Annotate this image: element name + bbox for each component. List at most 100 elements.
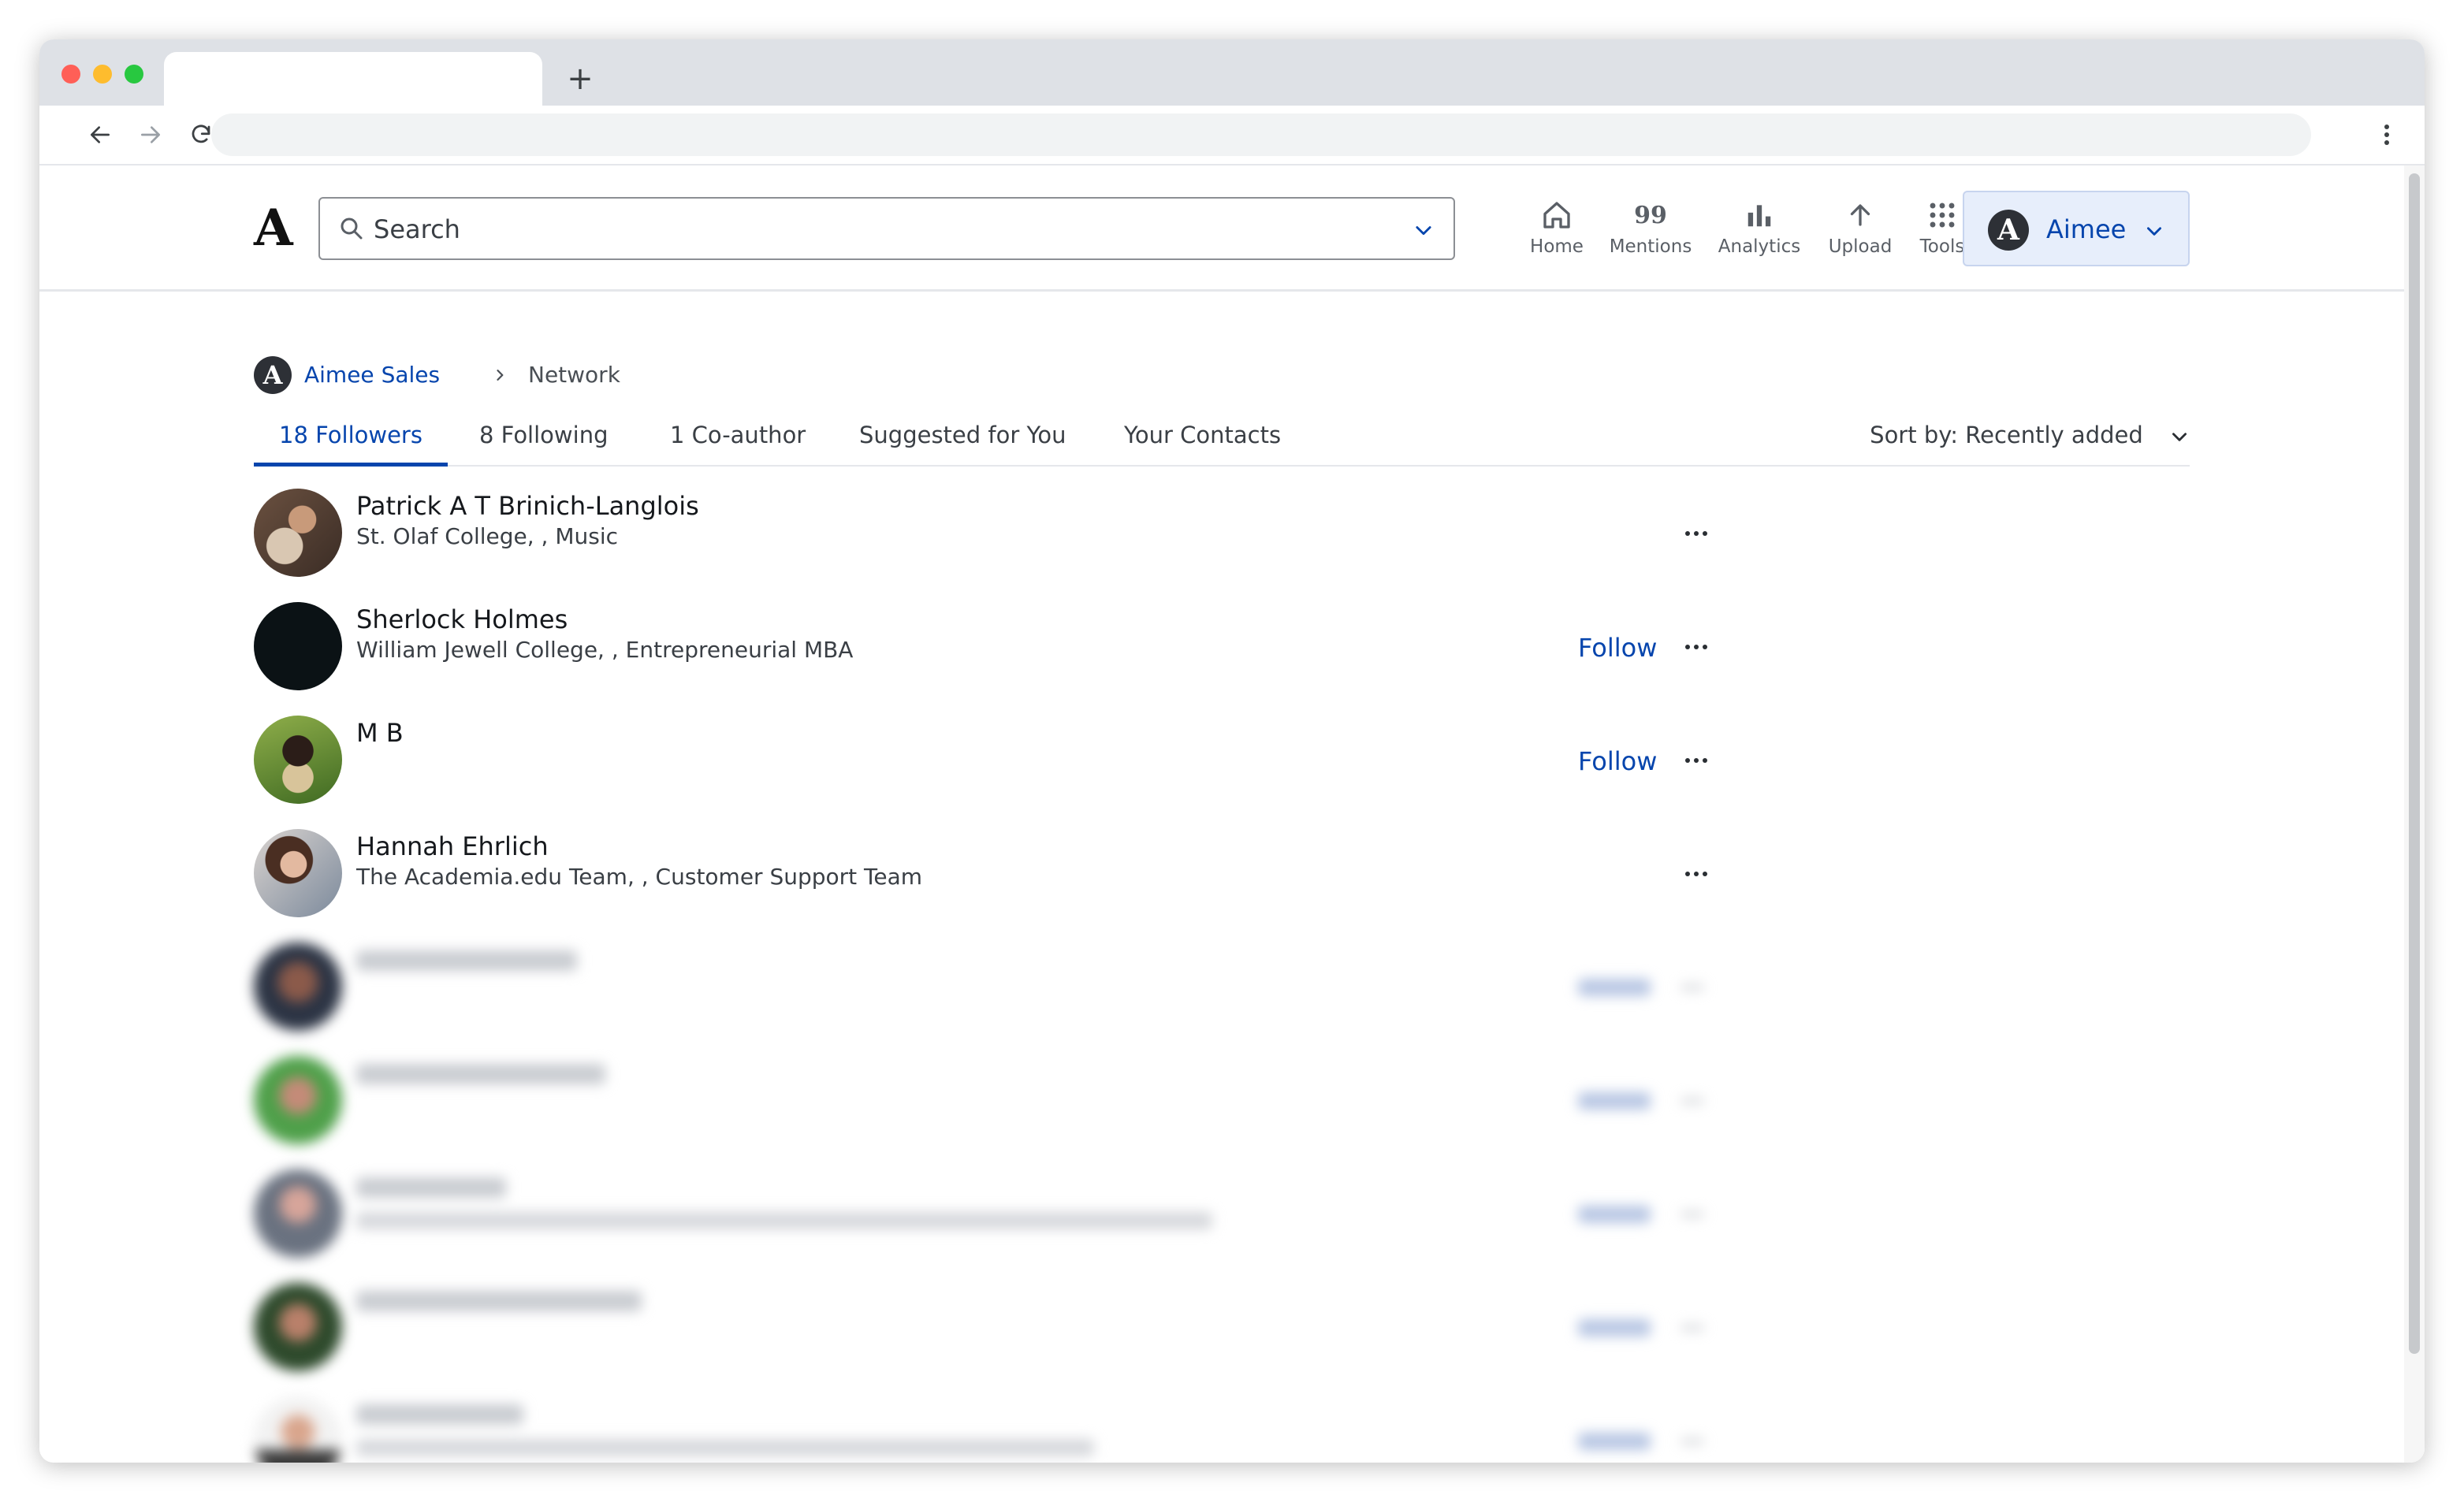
follower-affiliation: William Jewell College, , Entrepreneuria… [356, 637, 854, 663]
page-viewport: A Search Home 99 Mentions Analytics Uplo… [39, 165, 2425, 1463]
blurred-list-item [254, 942, 1751, 1056]
more-horizontal-icon [1685, 872, 1707, 876]
back-button[interactable] [80, 115, 120, 154]
tab-following[interactable]: 8 Following [454, 415, 633, 467]
nav-upload[interactable]: Upload [1822, 195, 1898, 266]
avatar[interactable] [254, 489, 342, 577]
redacted-follow [1578, 979, 1651, 996]
chevron-down-icon [2147, 227, 2161, 236]
reload-icon [192, 125, 210, 143]
more-options-button[interactable] [1681, 749, 1712, 772]
nav-home-label: Home [1530, 236, 1584, 257]
browser-window: + A Search Home 99 Mentions Analytics Up… [39, 39, 2425, 1463]
tab-contacts[interactable]: Your Contacts [1099, 415, 1306, 467]
blurred-list-item [254, 1169, 1751, 1283]
redacted-name [356, 1064, 605, 1084]
redacted-follow [1578, 1206, 1651, 1223]
blurred-list-item [254, 1283, 1751, 1396]
avatar [254, 942, 342, 1031]
list-item: M B Follow [254, 716, 1751, 829]
sort-label: Sort by: Recently added [1870, 422, 2143, 448]
redacted-affiliation [356, 1439, 1094, 1456]
grid-icon [1930, 203, 1955, 228]
list-item: Sherlock Holmes William Jewell College, … [254, 602, 1751, 716]
nav-analytics[interactable]: Analytics [1712, 195, 1807, 266]
search-placeholder: Search [374, 214, 460, 244]
arrow-left-icon [91, 126, 110, 143]
list-item: Hannah Ehrlich The Academia.edu Team, , … [254, 829, 1751, 942]
scrollbar-track[interactable] [2404, 165, 2425, 1463]
nav-analytics-label: Analytics [1718, 236, 1801, 257]
follower-name[interactable]: Sherlock Holmes [356, 602, 568, 637]
bar-chart-icon [1748, 205, 1771, 227]
more-horizontal-icon [1685, 645, 1707, 649]
redacted-more [1681, 1325, 1704, 1330]
followers-list: Patrick A T Brinich-Langlois St. Olaf Co… [254, 489, 1751, 1463]
follower-name[interactable]: Patrick A T Brinich-Langlois [356, 489, 699, 523]
avatar[interactable] [254, 716, 342, 804]
follow-button[interactable]: Follow [1578, 744, 1657, 779]
avatar[interactable] [254, 829, 342, 917]
breadcrumb-profile-link[interactable]: Aimee Sales [304, 359, 440, 391]
account-avatar: A [1988, 210, 2029, 251]
network-tabs: 18 Followers 8 Following 1 Co-author Sug… [254, 415, 2190, 467]
more-options-button[interactable] [1681, 635, 1712, 659]
minimize-window-button[interactable] [93, 65, 112, 84]
search-input[interactable]: Search [318, 197, 1455, 260]
scrollbar-thumb[interactable] [2409, 173, 2420, 1354]
nav-mentions[interactable]: 99 Mentions [1605, 195, 1696, 266]
close-window-button[interactable] [61, 65, 80, 84]
url-field[interactable] [211, 113, 2311, 156]
forward-button[interactable] [131, 115, 170, 154]
account-menu-button[interactable]: A Aimee [1963, 191, 2190, 266]
quote-icon: 99 [1634, 201, 1667, 229]
tab-strip: + [39, 39, 2425, 106]
kebab-menu-icon [2384, 125, 2389, 145]
avatar [254, 1169, 342, 1258]
sort-dropdown[interactable]: Sort by: Recently added [1870, 415, 2190, 455]
address-bar-row [39, 106, 2425, 164]
redacted-more [1681, 985, 1704, 990]
follower-affiliation: The Academia.edu Team, , Customer Suppor… [356, 864, 923, 890]
avatar [254, 1283, 342, 1371]
redacted-more [1681, 1212, 1704, 1217]
redacted-follow [1578, 1092, 1651, 1110]
browser-menu-button[interactable] [2371, 115, 2403, 154]
avatar[interactable] [254, 602, 342, 690]
avatar [254, 1056, 342, 1144]
redacted-name [356, 950, 577, 971]
nav-upload-label: Upload [1828, 236, 1893, 257]
new-tab-button[interactable]: + [560, 58, 601, 99]
chevron-down-icon[interactable] [1413, 219, 1435, 241]
list-item: Patrick A T Brinich-Langlois St. Olaf Co… [254, 489, 1751, 602]
more-options-button[interactable] [1681, 522, 1712, 545]
follower-name[interactable]: M B [356, 716, 404, 750]
more-options-button[interactable] [1681, 862, 1712, 886]
nav-home[interactable]: Home [1521, 195, 1592, 266]
tab-suggested[interactable]: Suggested for You [834, 415, 1091, 467]
maximize-window-button[interactable] [125, 65, 143, 84]
redacted-follow [1578, 1319, 1651, 1337]
search-icon [341, 217, 363, 240]
redacted-affiliation [356, 1212, 1212, 1229]
follower-affiliation: St. Olaf College, , Music [356, 523, 619, 549]
site-logo[interactable]: A [254, 197, 293, 260]
avatar [254, 1396, 342, 1463]
browser-tab[interactable] [164, 52, 542, 106]
more-horizontal-icon [1685, 531, 1707, 536]
redacted-name [356, 1177, 506, 1198]
redacted-more [1681, 1439, 1704, 1444]
tab-co-author[interactable]: 1 Co-author [645, 415, 831, 467]
follower-name[interactable]: Hannah Ehrlich [356, 829, 549, 864]
arrow-up-icon [1850, 204, 1870, 226]
follow-button[interactable]: Follow [1578, 630, 1657, 665]
chevron-down-icon [2172, 433, 2187, 441]
home-icon [1543, 202, 1570, 229]
more-horizontal-icon [1685, 758, 1707, 763]
tab-followers[interactable]: 18 Followers [254, 415, 448, 467]
site-header: A Search Home 99 Mentions Analytics Uplo… [39, 165, 2404, 292]
chevron-right-icon [497, 370, 504, 381]
blurred-list-item [254, 1056, 1751, 1169]
profile-avatar[interactable]: A [254, 356, 292, 394]
account-name: Aimee [2046, 214, 2127, 244]
